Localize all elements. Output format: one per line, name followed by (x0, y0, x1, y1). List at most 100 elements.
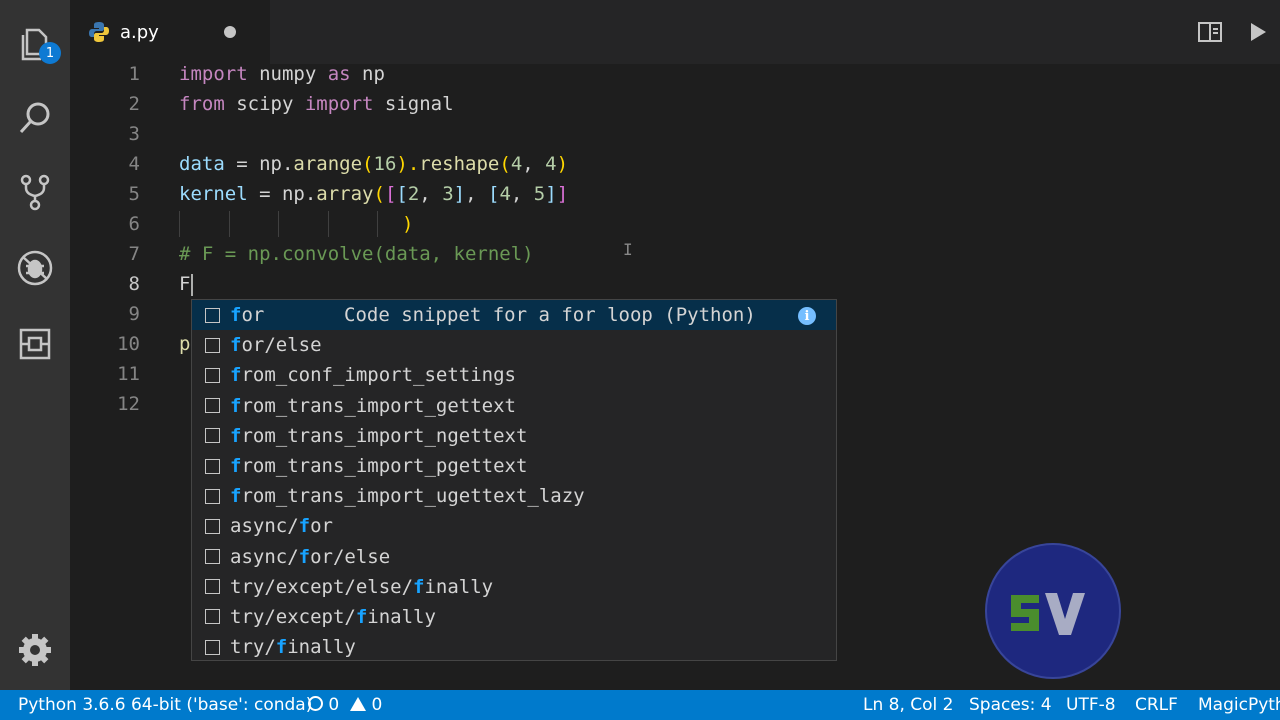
info-icon[interactable]: i (798, 307, 816, 325)
code-text: F (179, 269, 194, 299)
suggest-item-label: from_trans_import_gettext (230, 394, 516, 417)
open-preview-icon[interactable] (1196, 18, 1224, 46)
indent-guide (229, 211, 230, 237)
explorer-icon[interactable]: 1 (11, 20, 61, 68)
suggest-item-label: from_trans_import_ngettext (230, 424, 528, 447)
suggest-item[interactable]: try/except/else/finally (192, 572, 836, 602)
snippet-icon (205, 488, 220, 504)
code-text: import numpy as np (179, 63, 385, 85)
snippet-icon (205, 458, 220, 474)
python-file-icon (89, 22, 109, 42)
source-control-icon[interactable] (11, 168, 59, 216)
indentation[interactable]: Spaces: 4 (969, 690, 1052, 720)
suggest-item[interactable]: async/for (192, 511, 836, 541)
run-icon[interactable] (1244, 18, 1272, 46)
code-text: p (179, 333, 191, 355)
code-line-active: 8 F (70, 269, 1280, 299)
snippet-icon (205, 337, 220, 353)
line-number: 8 (128, 273, 140, 295)
snippet-icon (205, 518, 220, 534)
debug-icon[interactable] (11, 244, 59, 292)
snippet-icon (205, 549, 220, 565)
snippet-icon (205, 307, 220, 323)
line-number: 7 (128, 243, 140, 265)
code-comment: # F = np.convolve(data, kernel) (179, 243, 534, 265)
suggest-item-label: try/except/finally (230, 605, 436, 628)
activity-bar: 1 (0, 0, 70, 690)
cursor-position[interactable]: Ln 8, Col 2 (863, 690, 954, 720)
snippet-icon (205, 428, 220, 444)
suggest-item-label: for (230, 304, 265, 327)
line-number: 10 (117, 333, 140, 355)
settings-gear-icon[interactable] (11, 626, 59, 674)
line-number: 11 (117, 363, 140, 385)
suggest-item[interactable]: try/except/finally (192, 602, 836, 632)
suggest-item-label: async/for (230, 515, 333, 538)
line-number: 9 (128, 303, 140, 325)
code-line: 3 (70, 119, 1280, 149)
line-number: 4 (128, 153, 140, 175)
error-count: 0 (328, 695, 340, 715)
indent-guide (179, 211, 180, 237)
code-line: 2 from scipy import signal (70, 89, 1280, 119)
code-line: 7 # F = np.convolve(data, kernel) (70, 239, 1280, 269)
indent-guide (377, 211, 378, 237)
search-icon[interactable] (11, 94, 59, 142)
line-number: 2 (128, 93, 140, 115)
line-number: 3 (128, 123, 140, 145)
snippet-icon (205, 579, 220, 595)
suggest-item[interactable]: async/for/else (192, 542, 836, 572)
suggest-item[interactable]: from_trans_import_ngettext (192, 421, 836, 451)
code-text: data = np.arange(16).reshape(4, 4) (179, 153, 569, 175)
suggest-item[interactable]: try/finally (192, 632, 836, 662)
suggest-item-label: try/finally (230, 636, 356, 659)
suggest-item[interactable]: from_trans_import_pgettext (192, 451, 836, 481)
line-number: 5 (128, 183, 140, 205)
tab-bar: a.py (70, 0, 1280, 64)
suggest-detail: Code snippet for a for loop (Python) (344, 304, 756, 327)
suggest-item-label: async/for/else (230, 545, 391, 568)
line-number: 12 (117, 393, 140, 415)
extensions-icon[interactable] (11, 320, 59, 368)
suggest-item-label: from_conf_import_settings (230, 364, 516, 387)
tab-title: a.py (120, 21, 159, 43)
suggest-item-label: from_trans_import_pgettext (230, 455, 528, 478)
line-number: 6 (128, 213, 140, 235)
snippet-icon (205, 639, 220, 655)
suggest-item-label: from_trans_import_ugettext_lazy (230, 485, 585, 508)
text-cursor (191, 273, 194, 296)
suggest-item[interactable]: for Code snippet for a for loop (Python) i (192, 300, 836, 331)
code-text: from scipy import signal (179, 93, 454, 115)
snippet-icon (205, 609, 220, 625)
suggest-item[interactable]: for/else (192, 330, 836, 360)
mouse-ibeam-cursor: I (623, 240, 633, 259)
error-icon (308, 696, 323, 711)
warning-icon (350, 697, 367, 711)
indent-guide (328, 211, 329, 237)
indent-guide (278, 211, 279, 237)
code-line: 1 import numpy as np (70, 59, 1280, 89)
snippet-icon (205, 367, 220, 383)
explorer-badge: 1 (39, 42, 61, 64)
code-text: ) (402, 213, 414, 235)
suggest-widget[interactable]: for Code snippet for a for loop (Python) i… (191, 299, 837, 661)
encoding[interactable]: UTF-8 (1066, 690, 1116, 720)
suggest-item[interactable]: from_conf_import_settings (192, 360, 836, 390)
problems-indicator[interactable]: 0 0 (308, 690, 382, 720)
code-text: kernel = np.array([[2, 3], [4, 5]] (179, 183, 569, 205)
code-line: 5 kernel = np.array([[2, 3], [4, 5]] (70, 179, 1280, 209)
extension-status[interactable]: MagicPyth (1198, 690, 1280, 720)
suggest-item-label: for/else (230, 334, 322, 357)
suggest-item[interactable]: from_trans_import_ugettext_lazy (192, 481, 836, 511)
python-interpreter[interactable]: Python 3.6.6 64-bit ('base': conda) (18, 690, 312, 720)
unsaved-dot-icon[interactable] (224, 26, 236, 38)
line-number: 1 (128, 63, 140, 85)
line-ending[interactable]: CRLF (1135, 690, 1178, 720)
snippet-icon (205, 398, 220, 414)
code-line: 6 ) (70, 209, 1280, 239)
suggest-item[interactable]: from_trans_import_gettext (192, 391, 836, 421)
tab-a-py[interactable]: a.py (70, 0, 270, 64)
code-line: 4 data = np.arange(16).reshape(4, 4) (70, 149, 1280, 179)
status-bar: Python 3.6.6 64-bit ('base': conda) 0 0 … (0, 690, 1280, 720)
warning-count: 0 (371, 695, 383, 715)
